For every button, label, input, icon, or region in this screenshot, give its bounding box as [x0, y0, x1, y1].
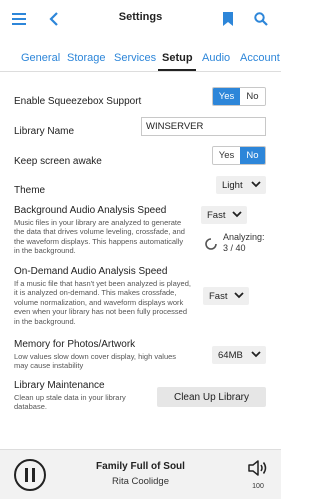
keep-awake-label: Keep screen awake	[14, 156, 102, 167]
squeezebox-label: Enable Squeezebox Support	[14, 96, 142, 107]
track-artist: Rita Coolidge	[111, 476, 170, 487]
tab-bar: General Storage Services Setup Audio Acc…	[0, 44, 281, 72]
pause-icon	[25, 468, 35, 482]
od-analysis-row: On-Demand Audio Analysis Speed If a musi…	[14, 266, 191, 326]
track-title: Family Full of Soul	[96, 461, 185, 472]
pause-button[interactable]	[14, 459, 46, 491]
squeezebox-no-button[interactable]: No	[239, 88, 265, 105]
maintenance-row: Library Maintenance Clean up stale data …	[14, 380, 151, 412]
bg-analysis-select[interactable]: Fast	[201, 206, 247, 224]
tab-setup[interactable]: Setup	[162, 52, 193, 64]
analysis-status-label: Analyzing:	[223, 232, 265, 242]
squeezebox-yes-button[interactable]: Yes	[213, 88, 240, 105]
keep-awake-yes-button[interactable]: Yes	[213, 147, 240, 164]
tab-account[interactable]: Account	[240, 52, 280, 64]
photo-memory-label: Memory for Photos/Artwork	[14, 339, 136, 350]
top-bar: Settings	[0, 0, 281, 38]
maintenance-description: Clean up stale data in your library data…	[14, 393, 126, 412]
theme-select[interactable]: Light	[216, 176, 266, 194]
tab-storage[interactable]: Storage	[67, 52, 106, 64]
od-analysis-value: Fast	[209, 290, 228, 302]
library-name-label: Library Name	[14, 126, 75, 137]
volume-level: 100	[252, 483, 264, 490]
photo-memory-value: 64MB	[218, 349, 243, 361]
tab-general[interactable]: General	[21, 52, 60, 64]
library-name-input[interactable]: WINSERVER	[141, 117, 266, 136]
page-title: Settings	[118, 11, 163, 23]
now-playing-bar: Family Full of Soul Rita Coolidge 100	[0, 449, 281, 499]
clean-up-library-button[interactable]: Clean Up Library	[157, 387, 266, 407]
analysis-status: Analyzing: 3 / 40	[223, 232, 265, 254]
search-icon[interactable]	[251, 9, 271, 29]
tab-audio[interactable]: Audio	[202, 52, 230, 64]
od-analysis-label: On-Demand Audio Analysis Speed	[14, 266, 168, 277]
chevron-down-icon	[234, 292, 244, 299]
squeezebox-toggle: Yes No	[212, 87, 266, 106]
keep-awake-toggle: Yes No	[212, 146, 266, 165]
maintenance-label: Library Maintenance	[14, 380, 105, 391]
theme-value: Light	[222, 179, 243, 191]
od-analysis-description: If a music file that hasn't yet been ana…	[14, 279, 191, 326]
bg-analysis-label: Background Audio Analysis Speed	[14, 205, 167, 216]
bg-analysis-description: Music files in your library are analyzed…	[14, 218, 185, 256]
analysis-status-progress: 3 / 40	[223, 243, 246, 253]
tab-services[interactable]: Services	[114, 52, 156, 64]
bookmark-icon[interactable]	[218, 9, 238, 29]
bg-analysis-row: Background Audio Analysis Speed Music fi…	[14, 205, 191, 256]
spinner-icon	[205, 237, 217, 250]
photo-memory-select[interactable]: 64MB	[212, 346, 266, 364]
od-analysis-select[interactable]: Fast	[203, 287, 249, 305]
volume-icon[interactable]	[247, 458, 269, 478]
keep-awake-no-button[interactable]: No	[239, 147, 265, 164]
chevron-down-icon	[251, 351, 261, 358]
chevron-down-icon	[232, 211, 242, 218]
photo-memory-description: Low values slow down cover display, high…	[14, 352, 177, 371]
photo-memory-row: Memory for Photos/Artwork Low values slo…	[14, 339, 191, 371]
chevron-down-icon	[251, 181, 261, 188]
theme-label: Theme	[14, 185, 46, 196]
active-tab-indicator	[158, 69, 196, 71]
bg-analysis-value: Fast	[207, 209, 226, 221]
